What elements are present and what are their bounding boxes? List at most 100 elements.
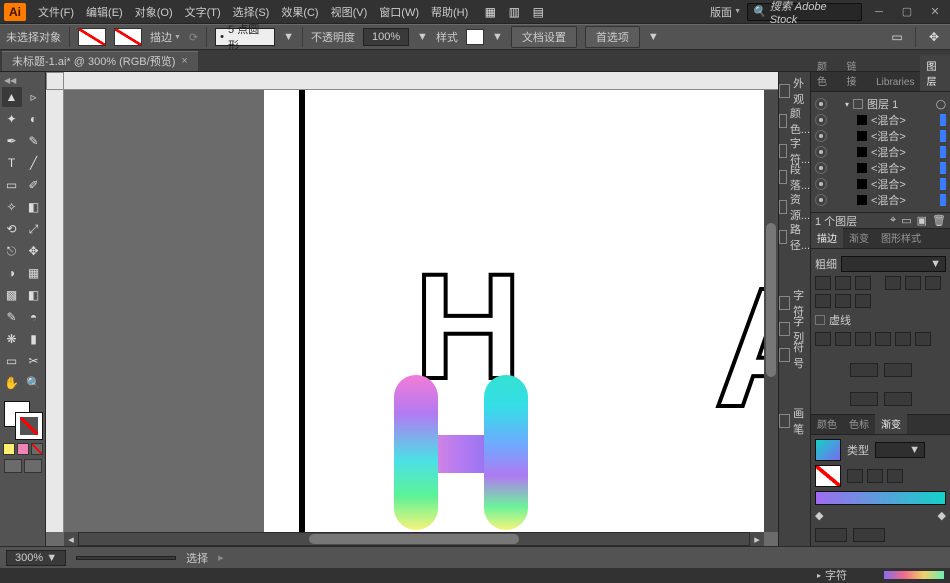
eye-icon[interactable] [815,98,827,110]
dock-color[interactable]: 颜色... [779,108,810,134]
mesh-tool[interactable]: ▩ [2,285,22,305]
new-sublayer-icon[interactable]: ▭ [901,214,911,227]
canvas[interactable]: H A [64,90,764,532]
brush-tool[interactable]: ✐ [24,175,44,195]
tab-gradient[interactable]: 渐变 [875,413,907,434]
scroll-left-icon[interactable]: ◂ [64,532,78,546]
grad-location-field[interactable] [853,528,885,542]
tab-styles[interactable]: 图形样式 [875,227,927,248]
tab-links[interactable]: 链接 [841,55,871,91]
window-close-icon[interactable]: ✕ [924,4,946,20]
tab-libraries[interactable]: Libraries [870,74,920,91]
tab-layers[interactable]: 图层 [920,55,950,91]
outline-letter-A[interactable]: A [714,250,764,446]
grad-stroke1-icon[interactable] [847,469,863,483]
blend-tool[interactable]: ◓ [24,307,44,327]
none-mode-icon[interactable] [31,443,43,455]
grad-stroke3-icon[interactable] [887,469,903,483]
layer-top[interactable]: ▾ 图层 1 ◯ [815,96,946,112]
dash3-field[interactable] [895,332,911,346]
tab-color2[interactable]: 颜色 [811,413,843,434]
arrow-end-field[interactable] [884,363,912,377]
dock-brush[interactable]: 画笔 [779,408,810,434]
dock-asset[interactable]: 资源... [779,194,810,220]
eye-icon[interactable] [815,162,827,174]
brush-def-field[interactable]: • 5 点圆形 [215,28,275,46]
artboard-tool[interactable]: ▭ [2,351,22,371]
gradient-none-swatch[interactable] [815,465,841,487]
hand-tool[interactable]: ✋ [2,373,22,393]
layer-item[interactable]: <混合> [815,144,946,160]
color-mode-icon[interactable] [3,443,15,455]
fill-swatch[interactable] [78,28,106,46]
gap2-field[interactable] [875,332,891,346]
artboard-nav[interactable] [76,556,176,560]
window-minimize-icon[interactable]: ─ [868,4,890,20]
selection-tool[interactable]: ▲ [2,87,22,107]
scrollbar-horizontal[interactable]: ◂ ▸ [64,532,764,546]
menu-effect[interactable]: 效果(C) [275,1,324,23]
dock-appearance[interactable]: 外观 [779,78,810,104]
join-round-icon[interactable] [905,276,921,290]
magic-wand-tool[interactable]: ✦ [2,109,22,129]
stroke-label[interactable]: 描边▼ [150,29,181,45]
lasso-tool[interactable]: ◐ [24,109,44,129]
layer-item[interactable]: <混合> [815,176,946,192]
gap3-field[interactable] [915,332,931,346]
dash2-field[interactable] [855,332,871,346]
workspace-switcher[interactable]: 版面▼ [710,4,741,20]
tab-color[interactable]: 颜色 [811,55,841,91]
menu-type[interactable]: 文字(T) [179,1,227,23]
cap-proj-icon[interactable] [855,276,871,290]
transform-icon[interactable]: ✥ [924,27,944,47]
zoom-tool[interactable]: 🔍 [24,373,44,393]
gradient-letter-H[interactable] [394,375,534,532]
close-tab-icon[interactable]: × [181,55,187,67]
align-out-icon[interactable] [855,294,871,308]
tab-stroke[interactable]: 描边 [811,227,843,248]
gradient-swatch[interactable] [815,439,841,461]
cap-butt-icon[interactable] [815,276,831,290]
dock-para[interactable]: 段落... [779,164,810,190]
ruler-vertical[interactable] [46,90,64,532]
layer-item[interactable]: <混合> [815,128,946,144]
scale-end-field[interactable] [884,392,912,406]
gap-field[interactable] [835,332,851,346]
style-swatch[interactable] [466,29,484,45]
scale-start-field[interactable] [850,392,878,406]
menu-help[interactable]: 帮助(H) [425,1,474,23]
direct-select-tool[interactable]: ▹ [24,87,44,107]
dock-symbol[interactable]: 符号 [779,342,810,368]
eraser-tool[interactable]: ◧ [24,197,44,217]
layer-item[interactable]: <混合> [815,160,946,176]
menu-window[interactable]: 窗口(W) [373,1,425,23]
gradient-tool[interactable]: ◧ [24,285,44,305]
stroke-swatch[interactable] [114,28,142,46]
menu-edit[interactable]: 编辑(E) [80,1,129,23]
gradient-type-dd[interactable]: ▼ [875,442,925,458]
prefs-button[interactable]: 首选项 [585,26,640,48]
search-input[interactable]: 🔍 搜索 Adobe Stock [747,3,862,21]
dock-path[interactable]: 路径... [779,224,810,250]
zoom-field[interactable]: 300% ▼ [6,550,66,566]
ruler-horizontal[interactable] [64,72,778,90]
bridge-icon[interactable]: ▦ [480,2,500,22]
shaper-tool[interactable]: ✧ [2,197,22,217]
stroke-color[interactable] [16,413,42,439]
line-tool[interactable]: ╱ [24,153,44,173]
ruler-corner[interactable] [46,72,64,90]
align-icon[interactable]: ▭ [887,27,907,47]
align-center-icon[interactable] [835,294,851,308]
screen-mode2-icon[interactable] [24,459,42,473]
arrow-start-field[interactable] [850,363,878,377]
doc-setup-button[interactable]: 文档设置 [511,26,577,48]
eye-icon[interactable] [815,178,827,190]
join-bevel-icon[interactable] [925,276,941,290]
scroll-right-icon[interactable]: ▸ [750,532,764,546]
gpu-icon[interactable]: ▤ [528,2,548,22]
doc-tab[interactable]: 未标题-1.ai* @ 300% (RGB/预览) × [2,51,198,71]
delete-layer-icon[interactable]: 🗑 [932,214,946,227]
free-transform-tool[interactable]: ✥ [24,241,44,261]
opacity-field[interactable]: 100% [363,28,409,46]
symbol-spray-tool[interactable]: ❋ [2,329,22,349]
